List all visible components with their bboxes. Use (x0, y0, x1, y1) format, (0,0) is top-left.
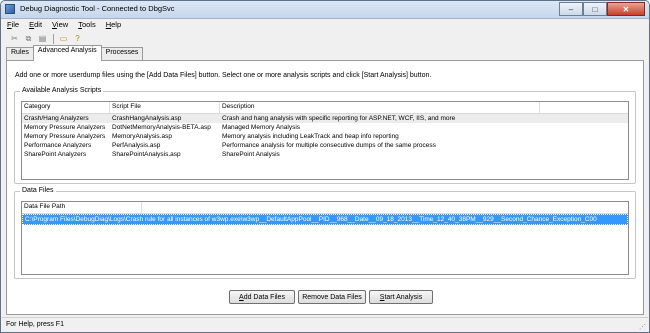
instructions-text: Add one or more userdump files using the… (15, 72, 432, 79)
menu-view[interactable]: View (47, 19, 73, 32)
tab-strip: Rules Advanced Analysis Processes (6, 45, 144, 61)
window-title: Debug Diagnostic Tool - Connected to Dbg… (20, 4, 175, 13)
menu-file[interactable]: File (2, 19, 24, 32)
script-file: DotNetMemoryAnalysis-BETA.asp (112, 124, 211, 131)
status-bar: For Help, press F1 ⋰ (2, 317, 648, 332)
script-description: Crash and hang analysis with specific re… (222, 115, 456, 122)
start-analysis-button[interactable]: Start Analysis (369, 290, 433, 304)
script-category: Crash/Hang Analyzers (24, 115, 89, 122)
scripts-listview[interactable]: Category Script File Description Crash/H… (21, 101, 629, 180)
app-window: Debug Diagnostic Tool - Connected to Dbg… (0, 0, 650, 333)
script-category: Memory Pressure Analyzers (24, 133, 106, 140)
window-controls: – □ ✕ (559, 2, 645, 16)
app-icon (5, 4, 15, 14)
script-description: Managed Memory Analysis (222, 124, 301, 131)
script-row[interactable]: Performance Analyzers PerfAnalysis.asp P… (22, 141, 628, 150)
toolbar: ✂ ⧉ ▤ ▭ ? (2, 32, 648, 45)
menu-edit[interactable]: Edit (24, 19, 47, 32)
data-file-row[interactable]: C:\Program Files\DebugDiag\Logs\Crash ru… (22, 214, 628, 225)
column-category[interactable]: Category (22, 102, 110, 113)
toolbar-separator (53, 33, 54, 44)
script-file: CrashHangAnalysis.asp (112, 115, 182, 122)
script-description: SharePoint Analysis (222, 151, 280, 158)
menu-bar: File Edit View Tools Help (2, 19, 648, 32)
close-button[interactable]: ✕ (607, 2, 645, 16)
advanced-analysis-panel: Add one or more userdump files using the… (6, 60, 644, 315)
scripts-header: Category Script File Description (22, 102, 628, 114)
script-category: Memory Pressure Analyzers (24, 124, 106, 131)
open-folder-icon[interactable]: ▭ (57, 33, 70, 44)
paste-icon[interactable]: ▤ (36, 33, 49, 44)
data-files-group-label: Data Files (20, 187, 56, 194)
status-text: For Help, press F1 (6, 321, 64, 328)
script-description: Performance analysis for multiple consec… (222, 142, 436, 149)
tab-rules[interactable]: Rules (6, 47, 34, 61)
column-script-file[interactable]: Script File (110, 102, 220, 113)
script-row[interactable]: Crash/Hang Analyzers CrashHangAnalysis.a… (22, 114, 628, 123)
script-file: MemoryAnalysis.asp (112, 133, 172, 140)
script-row[interactable]: Memory Pressure Analyzers DotNetMemoryAn… (22, 123, 628, 132)
add-data-files-button[interactable]: Add Data Files (229, 290, 295, 304)
copy-icon[interactable]: ⧉ (22, 33, 35, 44)
data-files-listview[interactable]: Data File Path C:\Program Files\DebugDia… (21, 201, 629, 275)
minimize-button[interactable]: – (559, 2, 583, 16)
tab-processes[interactable]: Processes (100, 47, 144, 61)
script-category: SharePoint Analyzers (24, 151, 87, 158)
help-icon[interactable]: ? (71, 33, 84, 44)
title-bar[interactable]: Debug Diagnostic Tool - Connected to Dbg… (1, 1, 649, 19)
scripts-group-label: Available Analysis Scripts (20, 87, 104, 94)
cut-icon[interactable]: ✂ (8, 33, 21, 44)
menu-tools[interactable]: Tools (73, 19, 101, 32)
maximize-button[interactable]: □ (583, 2, 607, 16)
script-file: SharePointAnalysis.asp (112, 151, 181, 158)
menu-help[interactable]: Help (101, 19, 126, 32)
remove-data-files-button[interactable]: Remove Data Files (298, 290, 366, 304)
column-data-file-path[interactable]: Data File Path (22, 202, 142, 213)
data-files-header: Data File Path (22, 202, 628, 214)
data-files-groupbox: Data Files Data File Path C:\Program Fil… (14, 187, 636, 279)
script-row[interactable]: Memory Pressure Analyzers MemoryAnalysis… (22, 132, 628, 141)
script-row[interactable]: SharePoint Analyzers SharePointAnalysis.… (22, 150, 628, 159)
resize-grip-icon[interactable]: ⋰ (639, 323, 646, 331)
script-category: Performance Analyzers (24, 142, 92, 149)
column-description[interactable]: Description (220, 102, 540, 113)
data-file-path: C:\Program Files\DebugDiag\Logs\Crash ru… (25, 216, 597, 223)
scripts-groupbox: Available Analysis Scripts Category Scri… (14, 87, 636, 184)
script-file: PerfAnalysis.asp (112, 142, 161, 149)
script-description: Memory analysis including LeakTrack and … (222, 133, 399, 140)
tab-advanced-analysis[interactable]: Advanced Analysis (32, 45, 102, 61)
